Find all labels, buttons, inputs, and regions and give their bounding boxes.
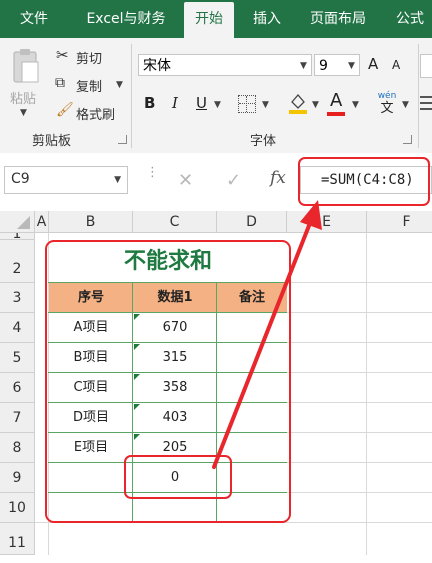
annotation-arrow [212,200,322,469]
